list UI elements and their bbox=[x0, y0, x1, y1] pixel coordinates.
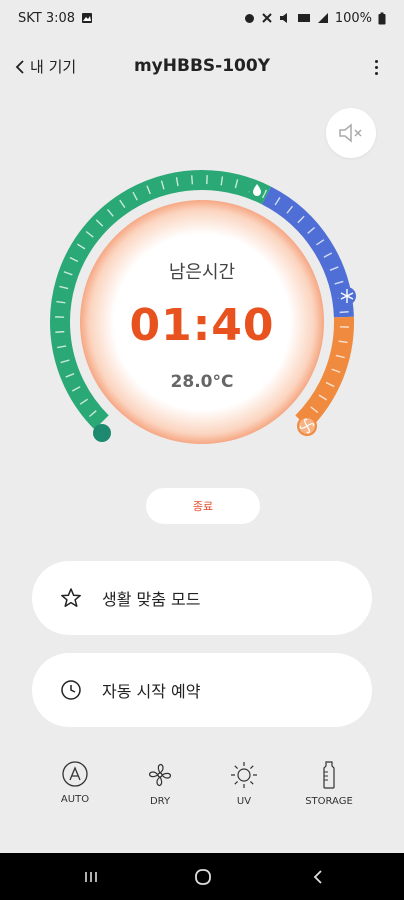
back-button[interactable]: 내 기기 bbox=[14, 56, 76, 77]
wifi-calling-icon bbox=[262, 13, 272, 23]
carrier-time: SKT 3:08 bbox=[18, 10, 76, 26]
dry-marker bbox=[249, 182, 265, 198]
recent-apps-icon bbox=[85, 872, 97, 882]
battery-percent: 100% bbox=[334, 10, 372, 26]
temperature-readout: 28.0°C bbox=[170, 372, 234, 392]
sun-icon bbox=[231, 762, 257, 788]
more-dot bbox=[374, 71, 378, 75]
remaining-time-label: 남은시간 bbox=[168, 262, 236, 283]
mute-button[interactable] bbox=[326, 108, 376, 158]
stop-button[interactable]: 종료 bbox=[146, 488, 260, 524]
remaining-time: 01:40 bbox=[129, 300, 275, 351]
home-button[interactable] bbox=[188, 865, 218, 889]
life-mode-card[interactable]: 생활 맞춤 모드 bbox=[32, 561, 372, 635]
star-icon bbox=[61, 588, 81, 607]
mode-dry-label: DRY bbox=[149, 796, 171, 807]
chevron-left-icon bbox=[15, 59, 24, 74]
auto-icon bbox=[62, 761, 88, 787]
mode-storage-label: STORAGE bbox=[305, 796, 353, 807]
auto-start-label: 자동 시작 예약 bbox=[102, 682, 201, 701]
dial-handle[interactable] bbox=[93, 424, 111, 442]
mode-uv[interactable]: UV bbox=[204, 760, 284, 807]
mode-auto-label: AUTO bbox=[60, 794, 90, 805]
mode-storage[interactable]: STORAGE bbox=[289, 760, 369, 807]
system-nav-bar bbox=[0, 853, 404, 900]
status-bar: SKT 3:08 100% bbox=[0, 0, 404, 36]
fan-icon bbox=[148, 763, 172, 787]
lte-icon bbox=[297, 14, 310, 22]
mode-uv-label: UV bbox=[236, 796, 252, 807]
mute-status-icon bbox=[279, 13, 287, 23]
clock-icon bbox=[61, 680, 81, 700]
mode-dry[interactable]: DRY bbox=[120, 760, 200, 807]
back-label: 내 기기 bbox=[30, 58, 77, 76]
app-bar: 내 기기 myHBBS-100Y bbox=[0, 46, 404, 90]
back-nav-button[interactable] bbox=[303, 865, 333, 889]
fan-marker[interactable] bbox=[297, 416, 317, 436]
recent-apps-button[interactable] bbox=[76, 865, 106, 889]
mode-auto[interactable]: AUTO bbox=[35, 760, 115, 805]
more-options-button[interactable] bbox=[366, 55, 386, 79]
volume-mute-icon bbox=[339, 123, 362, 143]
alarm-icon bbox=[244, 14, 254, 23]
auto-start-card[interactable]: 자동 시작 예약 bbox=[32, 653, 372, 727]
mode-bar: AUTO DRY UV STORAGE bbox=[0, 760, 404, 820]
gallery-notification-icon bbox=[82, 13, 93, 23]
battery-icon bbox=[378, 12, 386, 24]
back-nav-icon bbox=[313, 870, 322, 884]
more-dot bbox=[374, 65, 378, 69]
more-dot bbox=[374, 59, 378, 63]
dial-tick bbox=[191, 175, 194, 185]
bottle-icon bbox=[323, 761, 335, 789]
home-icon bbox=[195, 869, 211, 885]
signal-icon bbox=[317, 13, 328, 23]
life-mode-label: 생활 맞춤 모드 bbox=[102, 590, 201, 609]
